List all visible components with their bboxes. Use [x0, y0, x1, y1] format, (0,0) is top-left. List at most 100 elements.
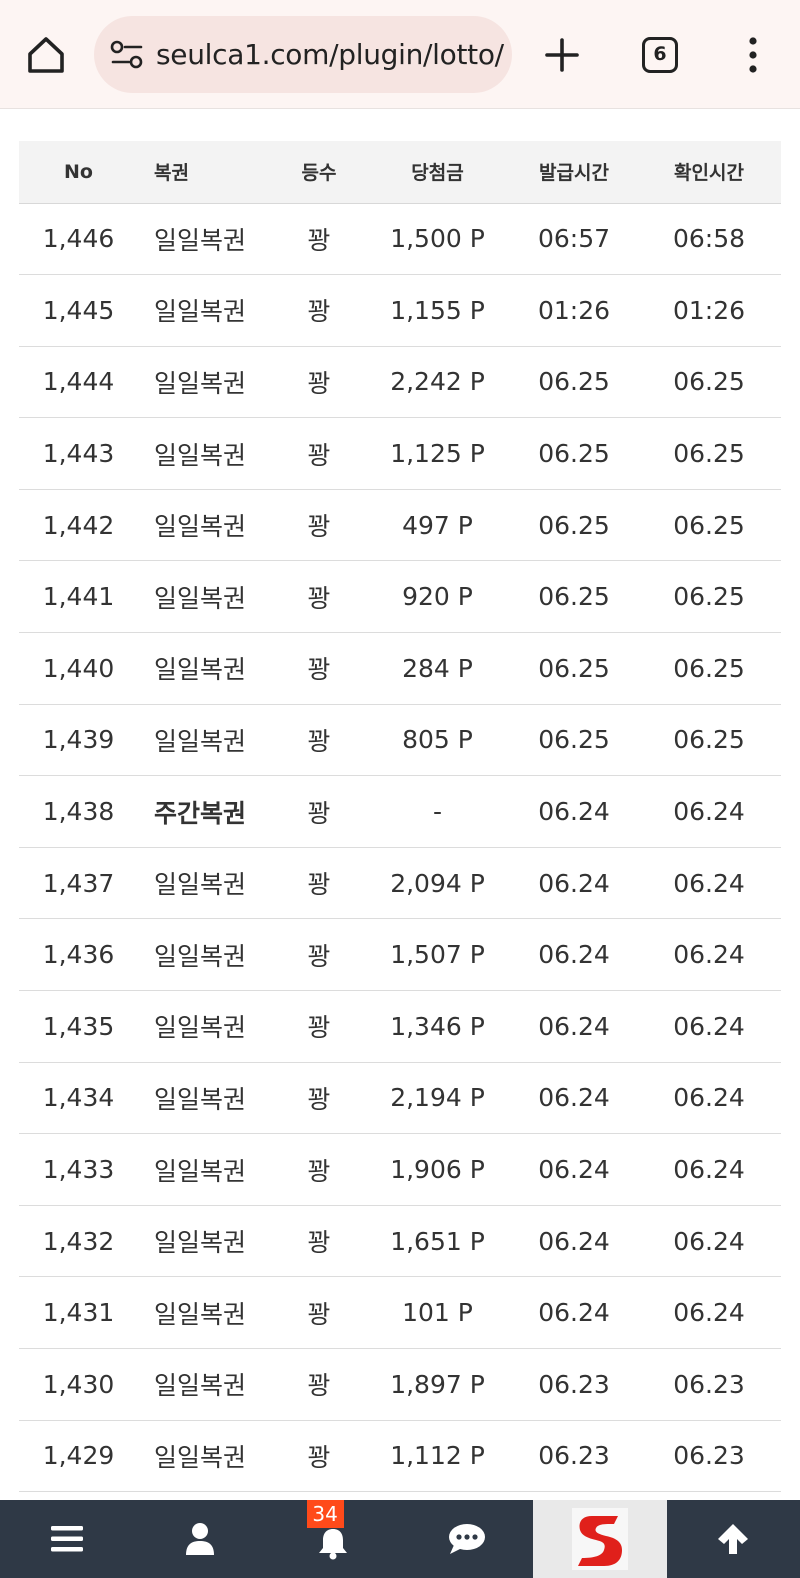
table-header-row: No 복권 등수 당첨금 발급시간 확인시간 — [19, 141, 781, 203]
header-check-time: 확인시간 — [674, 162, 744, 185]
menu-icon — [50, 1526, 83, 1552]
cell-type: 일일복권 — [154, 1228, 247, 1258]
cell-prize: 1,897 P — [390, 1369, 485, 1399]
cell-issue-time: 06.25 — [538, 439, 610, 469]
cell-check-time: 06.24 — [673, 868, 745, 898]
menu-button[interactable] — [0, 1500, 133, 1578]
cell-issue-time: 06.24 — [538, 1083, 610, 1113]
cell-type: 일일복권 — [154, 1299, 247, 1329]
cell-rank: 꽝 — [307, 655, 331, 685]
cell-rank: 꽝 — [307, 440, 331, 470]
address-bar[interactable]: seulca1.com/plugin/lotto/ — [94, 16, 512, 93]
cell-type: 일일복권 — [154, 1084, 247, 1114]
cell-prize: 1,906 P — [390, 1155, 485, 1185]
cell-no: 1,437 — [42, 868, 115, 898]
new-tab-button[interactable] — [540, 33, 584, 77]
plus-icon — [545, 38, 579, 72]
chat-icon — [448, 1524, 485, 1554]
cell-type: 일일복권 — [154, 941, 247, 971]
cell-check-time: 06.24 — [673, 1298, 745, 1328]
tab-switcher-button[interactable]: 6 — [642, 37, 678, 73]
table-row: 1,430 일일복권 꽝 1,897 P 06.23 06.23 — [19, 1349, 781, 1421]
cell-rank: 꽝 — [307, 1084, 331, 1114]
cell-no: 1,434 — [42, 1083, 115, 1113]
table-row: 1,441 일일복권 꽝 920 P 06.25 06.25 — [19, 561, 781, 633]
cell-rank: 꽝 — [307, 1013, 331, 1043]
table-row: 1,438 주간복권 꽝 - 06.24 06.24 — [19, 776, 781, 848]
cell-check-time: 06.23 — [673, 1369, 745, 1399]
cell-prize: 1,346 P — [390, 1011, 485, 1041]
cell-type: 일일복권 — [154, 1371, 247, 1401]
cell-issue-time: 06.25 — [538, 653, 610, 683]
cell-issue-time: 06.24 — [538, 1226, 610, 1256]
cell-no: 1,440 — [42, 653, 115, 683]
table-row: 1,445 일일복권 꽝 1,155 P 01:26 01:26 — [19, 275, 781, 347]
cell-prize: 101 P — [402, 1298, 473, 1328]
browser-menu-button[interactable] — [738, 33, 768, 77]
cell-type: 일일복권 — [154, 440, 247, 470]
table-row: 1,434 일일복권 꽝 2,194 P 06.24 06.24 — [19, 1062, 781, 1134]
cell-type: 일일복권 — [154, 726, 247, 756]
cell-rank: 꽝 — [307, 941, 331, 971]
cell-prize: 1,125 P — [390, 439, 485, 469]
scroll-top-button[interactable] — [667, 1500, 800, 1578]
cell-type: 일일복권 — [154, 1156, 247, 1186]
arrow-up-icon — [718, 1524, 749, 1554]
cell-no: 1,436 — [42, 940, 115, 970]
cell-check-time: 01:26 — [672, 295, 746, 325]
table-row: 1,432 일일복권 꽝 1,651 P 06.24 06.24 — [19, 1205, 781, 1277]
chat-button[interactable] — [400, 1500, 533, 1578]
cell-prize: 2,094 P — [390, 868, 485, 898]
cell-no: 1,441 — [42, 582, 115, 612]
table-row: 1,443 일일복권 꽝 1,125 P 06.25 06.25 — [19, 418, 781, 490]
url-text[interactable]: seulca1.com/plugin/lotto/ — [156, 16, 504, 93]
notification-button[interactable]: 34 — [267, 1500, 400, 1578]
site-info-icon[interactable] — [110, 40, 144, 70]
cell-issue-time: 06.24 — [538, 1298, 610, 1328]
header-rank: 등수 — [301, 162, 337, 185]
cell-prize: 1,112 P — [390, 1441, 485, 1471]
cell-no: 1,438 — [42, 797, 115, 827]
tab-count: 6 — [653, 43, 667, 65]
cell-issue-time: 06.24 — [538, 868, 610, 898]
cell-rank: 꽝 — [307, 726, 331, 756]
cell-issue-time: 06.25 — [538, 725, 610, 755]
cell-prize: 805 P — [402, 725, 473, 755]
table-row: 1,437 일일복권 꽝 2,094 P 06.24 06.24 — [19, 847, 781, 919]
site-logo-button[interactable] — [533, 1500, 667, 1578]
cell-check-time: 06.25 — [673, 367, 745, 397]
cell-no: 1,431 — [42, 1298, 115, 1328]
cell-check-time: 06:58 — [672, 224, 746, 254]
cell-type: 일일복권 — [154, 583, 247, 613]
table-row: 1,433 일일복권 꽝 1,906 P 06.24 06.24 — [19, 1134, 781, 1206]
cell-no: 1,433 — [42, 1155, 115, 1185]
cell-issue-time: 06.25 — [538, 582, 610, 612]
header-prize: 당첨금 — [411, 162, 464, 185]
table-row: 1,429 일일복권 꽝 1,112 P 06.23 06.23 — [19, 1420, 781, 1492]
table-row: 1,431 일일복권 꽝 101 P 06.24 06.24 — [19, 1277, 781, 1349]
home-button[interactable] — [24, 33, 68, 77]
cell-type: 일일복권 — [154, 512, 247, 542]
table-row: 1,444 일일복권 꽝 2,242 P 06.25 06.25 — [19, 346, 781, 418]
cell-rank: 꽝 — [307, 368, 331, 398]
cell-prize: 920 P — [402, 582, 473, 612]
cell-prize: 1,155 P — [390, 295, 485, 325]
cell-prize: - — [432, 797, 443, 827]
bell-icon — [319, 1529, 348, 1560]
cell-type: 일일복권 — [154, 297, 247, 327]
cell-prize: 1,500 P — [390, 224, 485, 254]
cell-issue-time: 06.24 — [538, 797, 610, 827]
cell-rank: 꽝 — [307, 225, 331, 255]
cell-prize: 1,651 P — [390, 1226, 485, 1256]
cell-issue-time: 06.24 — [538, 1155, 610, 1185]
header-type: 복권 — [154, 162, 189, 185]
cell-rank: 꽝 — [307, 1442, 331, 1472]
more-vert-icon — [749, 37, 757, 73]
user-button[interactable] — [133, 1500, 266, 1578]
cell-prize: 284 P — [402, 653, 473, 683]
cell-issue-time: 06.23 — [538, 1369, 610, 1399]
cell-check-time: 06.25 — [673, 439, 745, 469]
cell-no: 1,439 — [42, 725, 115, 755]
cell-no: 1,432 — [42, 1226, 115, 1256]
cell-rank: 꽝 — [307, 583, 331, 613]
